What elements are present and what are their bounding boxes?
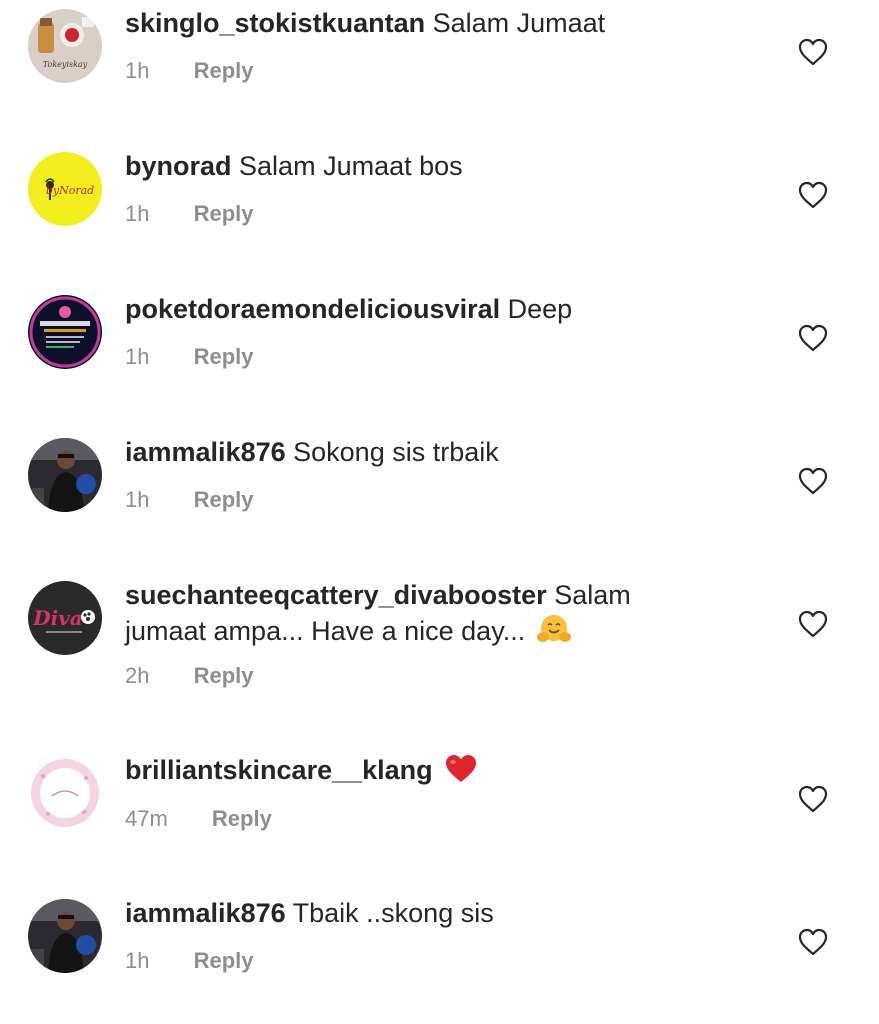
comment-meta: 47m Reply [125, 805, 272, 833]
comment-body: Deep [507, 294, 573, 324]
heart-icon[interactable] [798, 324, 828, 352]
reply-button[interactable]: Reply [194, 57, 254, 85]
hugging-face-emoji [536, 615, 571, 642]
comment-body: Tbaik ..skong sis [292, 898, 494, 928]
comment-username[interactable]: iammalik876 [125, 437, 286, 467]
comment-time: 47m [125, 806, 168, 831]
comment-meta: 1h Reply [125, 486, 254, 514]
comment-time: 1h [125, 201, 150, 226]
avatar[interactable] [28, 438, 102, 512]
heart-icon[interactable] [798, 785, 828, 813]
reply-button[interactable]: Reply [212, 805, 272, 833]
comment-text: iammalik876 Sokong sis trbaik [125, 435, 725, 470]
comment-time: 1h [125, 948, 150, 973]
comment-username[interactable]: poketdoraemondeliciousviral [125, 294, 500, 324]
comment-body: Salam Jumaat bos [239, 151, 463, 181]
comment-time: 1h [125, 487, 150, 512]
comment-meta: 1h Reply [125, 947, 254, 975]
comment-body: Salam Jumaat [432, 8, 606, 38]
comment-meta: 1h Reply [125, 200, 254, 228]
avatar[interactable] [28, 899, 102, 973]
comment-username[interactable]: suechanteeqcattery_divabooster [125, 580, 547, 610]
avatar[interactable]: Diva [28, 581, 102, 655]
comment-text: suechanteeqcattery_divabooster Salam jum… [125, 578, 685, 649]
comment-text: brilliantskincare__klang [125, 753, 725, 788]
avatar[interactable]: byNorad [28, 152, 102, 226]
reply-button[interactable]: Reply [194, 947, 254, 975]
avatar[interactable] [28, 295, 102, 369]
avatar-label: Diva [32, 606, 83, 630]
reply-button[interactable]: Reply [194, 486, 254, 514]
comment-time: 1h [125, 58, 150, 83]
avatar[interactable]: Tokeyiskay [28, 9, 102, 83]
comment-time: 2h [125, 663, 150, 688]
comment-time: 1h [125, 344, 150, 369]
comment-meta: 1h Reply [125, 57, 254, 85]
comment-text: bynorad Salam Jumaat bos [125, 149, 725, 184]
heart-icon[interactable] [798, 610, 828, 638]
avatar-label: Tokeyiskay [43, 60, 88, 69]
reply-button[interactable]: Reply [194, 343, 254, 371]
avatar[interactable] [28, 756, 102, 830]
reply-button[interactable]: Reply [194, 200, 254, 228]
heart-icon[interactable] [798, 928, 828, 956]
heart-icon[interactable] [798, 467, 828, 495]
avatar-label: byNorad [46, 184, 94, 197]
comment-username[interactable]: bynorad [125, 151, 232, 181]
reply-button[interactable]: Reply [194, 662, 254, 690]
comment-text: iammalik876 Tbaik ..skong sis [125, 896, 725, 931]
heart-icon[interactable] [798, 38, 828, 66]
comment-text: poketdoraemondeliciousviral Deep [125, 292, 725, 327]
comment-username[interactable]: brilliantskincare__klang [125, 755, 433, 785]
comment-body: Sokong sis trbaik [293, 437, 499, 467]
heart-icon[interactable] [798, 181, 828, 209]
comment-username[interactable]: skinglo_stokistkuantan [125, 8, 425, 38]
comment-meta: 1h Reply [125, 343, 254, 371]
comment-meta: 2h Reply [125, 662, 254, 690]
red-heart-emoji [446, 755, 477, 782]
comment-username[interactable]: iammalik876 [125, 898, 286, 928]
comment-text: skinglo_stokistkuantan Salam Jumaat [125, 6, 725, 41]
